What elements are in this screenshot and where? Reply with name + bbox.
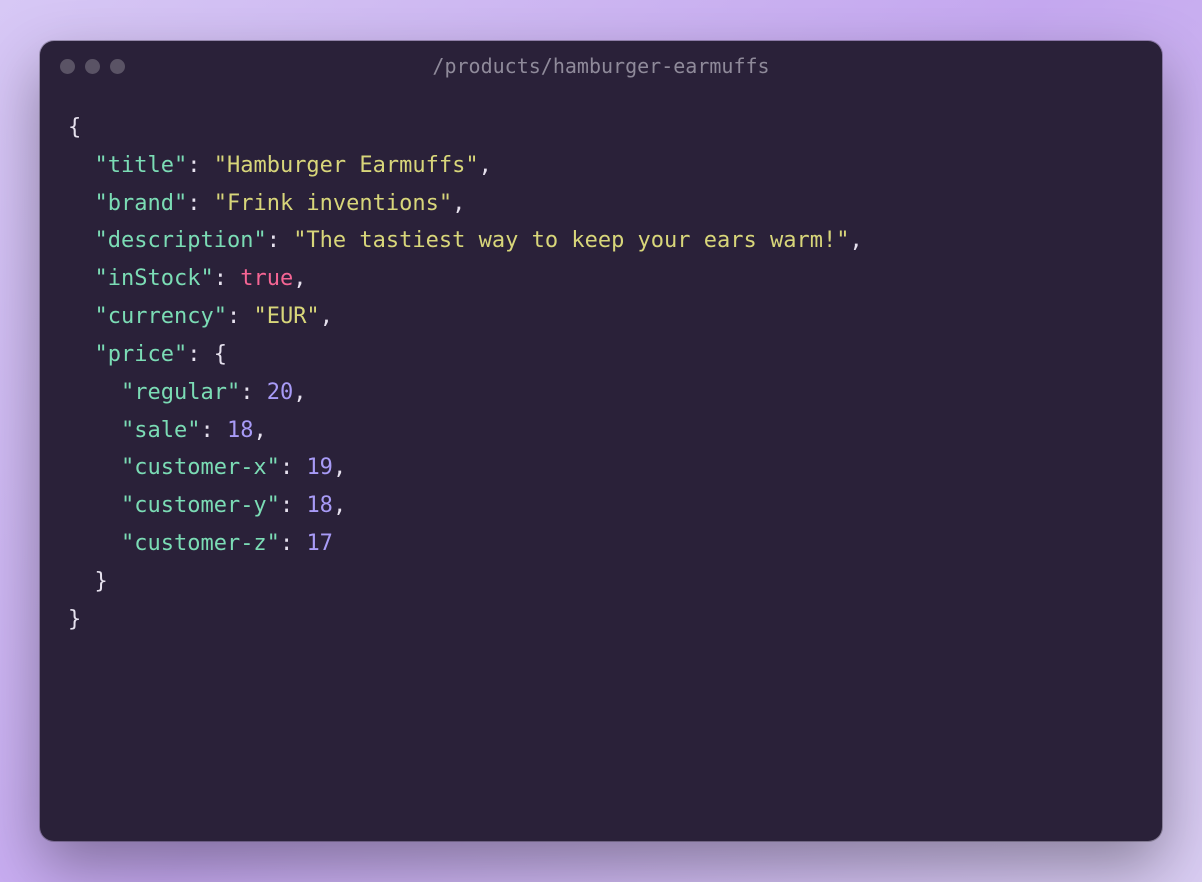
- colon: :: [187, 342, 214, 367]
- titlebar: /products/hamburger-earmuffs: [40, 41, 1162, 91]
- json-boolean: true: [240, 266, 293, 291]
- json-key: "currency": [95, 304, 227, 329]
- json-key: "description": [95, 228, 267, 253]
- brace-open: {: [214, 342, 227, 367]
- json-number: 18: [227, 418, 254, 443]
- json-key: "inStock": [95, 266, 214, 291]
- traffic-lights: [60, 59, 125, 74]
- window-title: /products/hamburger-earmuffs: [60, 54, 1142, 78]
- colon: :: [280, 531, 307, 556]
- json-key: "regular": [121, 380, 240, 405]
- colon: :: [187, 153, 214, 178]
- colon: :: [227, 304, 254, 329]
- brace-close: }: [95, 569, 108, 594]
- colon: :: [214, 266, 241, 291]
- code-block: { "title": "Hamburger Earmuffs", "brand"…: [40, 91, 1162, 841]
- comma: ,: [452, 191, 465, 216]
- colon: :: [200, 418, 227, 443]
- json-number: 17: [306, 531, 333, 556]
- code-window: /products/hamburger-earmuffs { "title": …: [40, 41, 1162, 841]
- colon: :: [267, 228, 294, 253]
- json-number: 18: [306, 493, 333, 518]
- comma: ,: [333, 493, 346, 518]
- colon: :: [240, 380, 267, 405]
- json-key: "customer-z": [121, 531, 280, 556]
- json-key: "price": [95, 342, 188, 367]
- json-string: "Frink inventions": [214, 191, 452, 216]
- json-key: "brand": [95, 191, 188, 216]
- maximize-icon[interactable]: [110, 59, 125, 74]
- comma: ,: [253, 418, 266, 443]
- json-key: "customer-x": [121, 455, 280, 480]
- comma: ,: [849, 228, 862, 253]
- colon: :: [280, 455, 307, 480]
- json-key: "title": [95, 153, 188, 178]
- json-key: "sale": [121, 418, 200, 443]
- json-string: "Hamburger Earmuffs": [214, 153, 479, 178]
- colon: :: [280, 493, 307, 518]
- json-number: 19: [306, 455, 333, 480]
- json-number: 20: [267, 380, 294, 405]
- json-key: "customer-y": [121, 493, 280, 518]
- json-string: "The tastiest way to keep your ears warm…: [293, 228, 849, 253]
- brace-close: }: [68, 607, 81, 632]
- comma: ,: [333, 455, 346, 480]
- close-icon[interactable]: [60, 59, 75, 74]
- colon: :: [187, 191, 214, 216]
- comma: ,: [479, 153, 492, 178]
- brace-open: {: [68, 115, 81, 140]
- comma: ,: [293, 266, 306, 291]
- minimize-icon[interactable]: [85, 59, 100, 74]
- json-string: "EUR": [253, 304, 319, 329]
- comma: ,: [320, 304, 333, 329]
- comma: ,: [293, 380, 306, 405]
